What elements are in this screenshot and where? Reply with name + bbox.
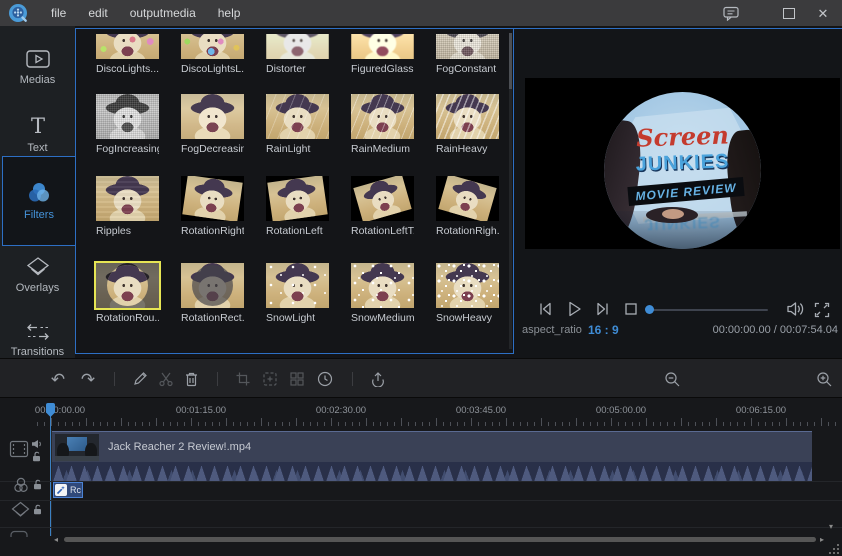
menu-bar: file edit outputmedia help (40, 0, 251, 26)
aspect-ratio-value[interactable]: 16 : 9 (588, 323, 619, 337)
text-icon: T (0, 114, 75, 138)
filters-panel: DiscoLights... DiscoLightsL... Distorter… (75, 28, 514, 354)
toolbar: ↶ ↷ (0, 358, 842, 398)
fullscreen-icon[interactable] (813, 301, 831, 319)
filter-item-snowheavy[interactable]: SnowHeavy (436, 263, 499, 324)
filter-item-distorter[interactable]: Distorter (266, 34, 329, 75)
edit-clip-button[interactable] (131, 370, 149, 388)
video-preview[interactable]: Screen JUNKIES MOVIE REVIEW JUNKIES (525, 78, 840, 249)
volume-icon[interactable] (786, 301, 806, 317)
play-button[interactable] (562, 297, 586, 321)
filter-item-rainheavy[interactable]: RainHeavy (436, 94, 499, 155)
svg-text:T: T (30, 114, 44, 138)
preview-info-row: aspect_ratio 16 : 9 00:00:00.00 / 00:07:… (514, 323, 842, 339)
text-track-icon (9, 529, 29, 537)
filter-item-rotationright[interactable]: RotationRight (181, 176, 244, 237)
mosaic-button[interactable] (288, 370, 306, 388)
filter-item-rotationrect[interactable]: RotationRect... (181, 263, 244, 324)
seek-slider-handle[interactable] (645, 305, 654, 314)
track-lock-icon-video[interactable] (32, 451, 42, 462)
clip-title: Jack Reacher 2 Review!.mp4 (108, 432, 251, 463)
transitions-icon (0, 322, 75, 342)
sidebar-item-filters[interactable]: Filters (2, 156, 75, 246)
seek-slider[interactable] (646, 309, 768, 311)
next-frame-button[interactable] (592, 297, 614, 321)
overlay-track-icon (11, 501, 30, 518)
horizontal-scrollbar[interactable] (64, 537, 816, 542)
filter-item-rotationrigh[interactable]: RotationRigh... (436, 176, 499, 237)
video-editor-window: file edit outputmedia help ✕ (0, 0, 842, 556)
crop-button[interactable] (234, 370, 252, 388)
filter-item-rotationleftt[interactable]: RotationLeftT... (351, 176, 414, 237)
filter-item-snowlight[interactable]: SnowLight (266, 263, 329, 324)
filter-item-rainlight[interactable]: RainLight (266, 94, 329, 155)
sidebar: Medias T Text Filters (0, 26, 75, 358)
video-circle-filtered: Screen JUNKIES MOVIE REVIEW JUNKIES (604, 92, 761, 249)
preview-panel: Screen JUNKIES MOVIE REVIEW JUNKIES (514, 28, 842, 358)
filter-item-figuredglass[interactable]: FiguredGlass (351, 34, 414, 75)
zoom-out-icon[interactable] (663, 370, 681, 388)
resize-grip[interactable] (829, 544, 840, 555)
filters-scrollbar[interactable] (509, 33, 512, 349)
sidebar-item-overlays[interactable]: Overlays (0, 252, 75, 314)
timeline-clip-filter[interactable]: Rc (53, 482, 83, 498)
timecode: 00:00:00.00 / 00:07:54.04 (713, 324, 838, 336)
magic-wand-icon (55, 484, 67, 496)
delete-button[interactable] (182, 370, 200, 388)
video-track-icon (9, 440, 29, 458)
maximize-button[interactable] (772, 0, 806, 26)
track-lock-icon-overlay[interactable] (33, 504, 43, 515)
filter-item-rotationround-selected[interactable]: RotationRou... (96, 263, 159, 324)
window-controls: ✕ (714, 0, 842, 26)
track-lock-icon-filter[interactable] (33, 479, 43, 490)
vscroll-down-icon[interactable]: ▾ (829, 523, 833, 531)
filter-item-snowmedium[interactable]: SnowMedium (351, 263, 414, 324)
playback-controls (514, 297, 842, 323)
overlays-icon (0, 256, 75, 278)
hscroll-right-icon[interactable]: ▸ (820, 536, 824, 544)
filter-item-ripples[interactable]: Ripples (96, 176, 159, 237)
feedback-chat-icon[interactable] (714, 0, 748, 26)
titlebar: file edit outputmedia help ✕ (0, 0, 842, 27)
zoom-in-icon[interactable] (815, 370, 833, 388)
menu-outputmedia[interactable]: outputmedia (119, 0, 207, 26)
filters-icon (3, 181, 75, 205)
clip-thumbnail (55, 434, 99, 461)
close-icon: ✕ (818, 7, 829, 20)
stop-button[interactable] (620, 297, 642, 321)
filter-item-discolights[interactable]: DiscoLights... (96, 34, 159, 75)
filter-item-rotationleft[interactable]: RotationLeft (266, 176, 329, 237)
menu-help[interactable]: help (207, 0, 252, 26)
filter-clip-label: Rc (70, 485, 81, 495)
hscroll-left-icon[interactable]: ◂ (54, 536, 58, 544)
brand-text-screen: Screen (604, 119, 761, 153)
menu-file[interactable]: file (40, 0, 77, 26)
medias-icon (0, 48, 75, 70)
duration-clock-button[interactable] (316, 370, 334, 388)
undo-button[interactable]: ↶ (49, 370, 67, 388)
canvas-resize-button[interactable] (261, 370, 279, 388)
previous-frame-button[interactable] (534, 297, 556, 321)
export-button[interactable] (369, 370, 387, 388)
timeline: 00:00:00.00 00:01:15.00 00:02:30.00 00:0… (0, 398, 842, 556)
track-mute-icon[interactable] (31, 439, 43, 449)
filter-item-fogincreasing[interactable]: FogIncreasing (96, 94, 159, 155)
filter-item-discolightsl[interactable]: DiscoLightsL... (181, 34, 244, 75)
filter-item-rainmedium[interactable]: RainMedium (351, 94, 414, 155)
filter-item-fogdecreasing[interactable]: FogDecreasing (181, 94, 244, 155)
aspect-ratio-label: aspect_ratio (522, 324, 582, 336)
timeline-clip-video[interactable]: Jack Reacher 2 Review!.mp4 (52, 431, 812, 481)
close-button[interactable]: ✕ (806, 0, 840, 26)
split-scissors-button[interactable] (157, 370, 175, 388)
app-logo-icon (8, 3, 28, 23)
filter-track-icon (11, 475, 31, 495)
filter-item-fogconstant[interactable]: FogConstant (436, 34, 499, 75)
sidebar-item-medias[interactable]: Medias (0, 44, 75, 106)
audio-waveform (52, 462, 812, 481)
redo-button[interactable]: ↷ (79, 370, 97, 388)
menu-edit[interactable]: edit (77, 0, 118, 26)
